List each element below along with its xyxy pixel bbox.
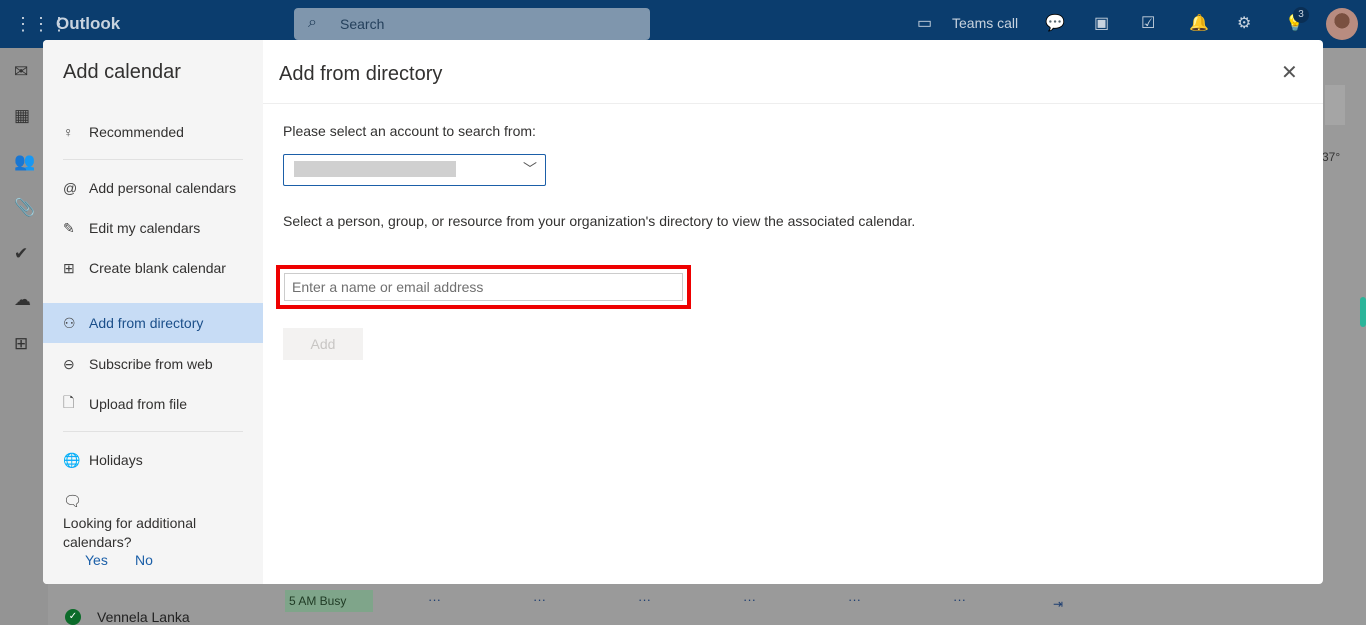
name-email-input[interactable] [284,273,683,301]
nav-item-edit-calendars[interactable]: ✎ Edit my calendars [43,208,263,248]
add-calendar-dialog: Add calendar ♀ Recommended @ Add personal … [43,40,1323,584]
nav-label: Holidays [89,452,143,468]
close-icon[interactable]: ✕ [1281,60,1298,85]
nav-label: Add from directory [89,315,204,331]
nav-label: Edit my calendars [89,220,201,236]
more-icon: ··· [848,592,861,607]
calendar-icon[interactable]: ▦ [14,106,30,126]
globe-icon: 🌐 [63,451,81,468]
nav-item-add-from-directory[interactable]: ⚇ Add from directory [43,303,263,343]
nav-label: Add personal calendars [89,180,237,196]
attach-icon[interactable]: 📎 [14,198,35,218]
app-name[interactable]: Outlook [56,14,120,34]
expand-icon: ⇥ [1053,597,1064,611]
onedrive-icon[interactable]: ☁ [14,290,31,310]
edit-icon: ✎ [63,219,75,236]
people-icon[interactable]: 👥 [14,152,35,172]
onenote-icon[interactable]: ▣ [1094,13,1109,33]
directory-label: Select a person, group, or resource from… [283,213,916,229]
divider [263,103,1323,104]
nav-item-recommended[interactable]: ♀ Recommended [43,112,263,152]
more-icon: ··· [953,592,966,607]
feedback-no-link[interactable]: No [135,552,153,568]
feedback-icon: 🗨 [63,493,83,510]
redacted-account [294,161,456,177]
link-icon: ⊖ [63,355,75,372]
file-icon: 🗋 [63,394,75,410]
bell-icon[interactable]: 🔔 [1189,13,1209,33]
check-icon: ✓ [65,609,81,625]
nav-label: Create blank calendar [89,260,226,276]
nav-item-subscribe-web[interactable]: ⊖ Subscribe from web [43,344,263,384]
mail-icon[interactable]: ✉ [14,62,28,82]
dialog-title: Add from directory [279,63,443,85]
account-label: Please select an account to search from: [283,123,536,139]
add-button[interactable]: Add [283,328,363,360]
account-dropdown[interactable]: ﹀ [283,154,546,186]
gear-icon[interactable]: ⚙ [1237,13,1251,33]
background-panel [1325,85,1345,125]
nav-item-create-blank[interactable]: ⊞ Create blank calendar [43,248,263,288]
lightbulb-icon: ♀ [63,124,74,140]
busy-slot: 5 AM Busy [285,590,373,612]
more-icon: ··· [743,592,756,607]
dialog-nav: Add calendar ♀ Recommended @ Add personal … [43,40,263,584]
search-box[interactable]: ⌕ Search [294,8,650,40]
avatar[interactable] [1326,8,1358,40]
app-rail: ✉ ▦ 👥 📎 ✔ ☁ ⊞ [0,48,48,625]
dialog-nav-title: Add calendar [63,61,181,83]
todo-icon[interactable]: ✔ [14,244,28,264]
video-icon[interactable]: ▭ [917,13,932,33]
more-icon: ··· [428,592,441,607]
search-icon: ⌕ [308,14,317,31]
chevron-down-icon: ﹀ [523,161,537,177]
person-name: Vennela Lanka [97,609,190,625]
apps-icon[interactable]: ⊞ [14,334,28,354]
search-placeholder: Search [340,16,385,32]
chat-icon[interactable]: 💬 [1045,13,1065,33]
divider [63,431,243,432]
more-icon: ··· [533,592,546,607]
nav-item-holidays[interactable]: 🌐 Holidays [43,440,263,480]
highlight-box [276,265,691,309]
at-icon: @ [63,180,78,196]
nav-item-add-personal[interactable]: @ Add personal calendars [43,168,263,208]
weather-temp: 37° [1322,150,1341,164]
nav-label: Subscribe from web [89,356,213,372]
nav-label: Recommended [89,124,184,140]
more-icon: ··· [638,592,651,607]
feedback-yes-link[interactable]: Yes [85,552,108,568]
nav-label: Upload from file [89,396,188,412]
notifications-badge: 3 [1293,7,1309,23]
feedback-text: Looking for additional calendars? [63,515,197,550]
calendar-check-icon[interactable]: ☑ [1141,13,1155,33]
side-tab[interactable] [1360,297,1366,327]
calendar-add-icon: ⊞ [63,259,75,276]
people-icon: ⚇ [63,314,76,331]
dialog-content: Add from directory ✕ Please select an ac… [263,40,1323,584]
nav-item-upload-file[interactable]: 🗋 Upload from file [43,384,263,424]
teams-call-button[interactable]: Teams call [952,15,1018,31]
divider [63,159,243,160]
